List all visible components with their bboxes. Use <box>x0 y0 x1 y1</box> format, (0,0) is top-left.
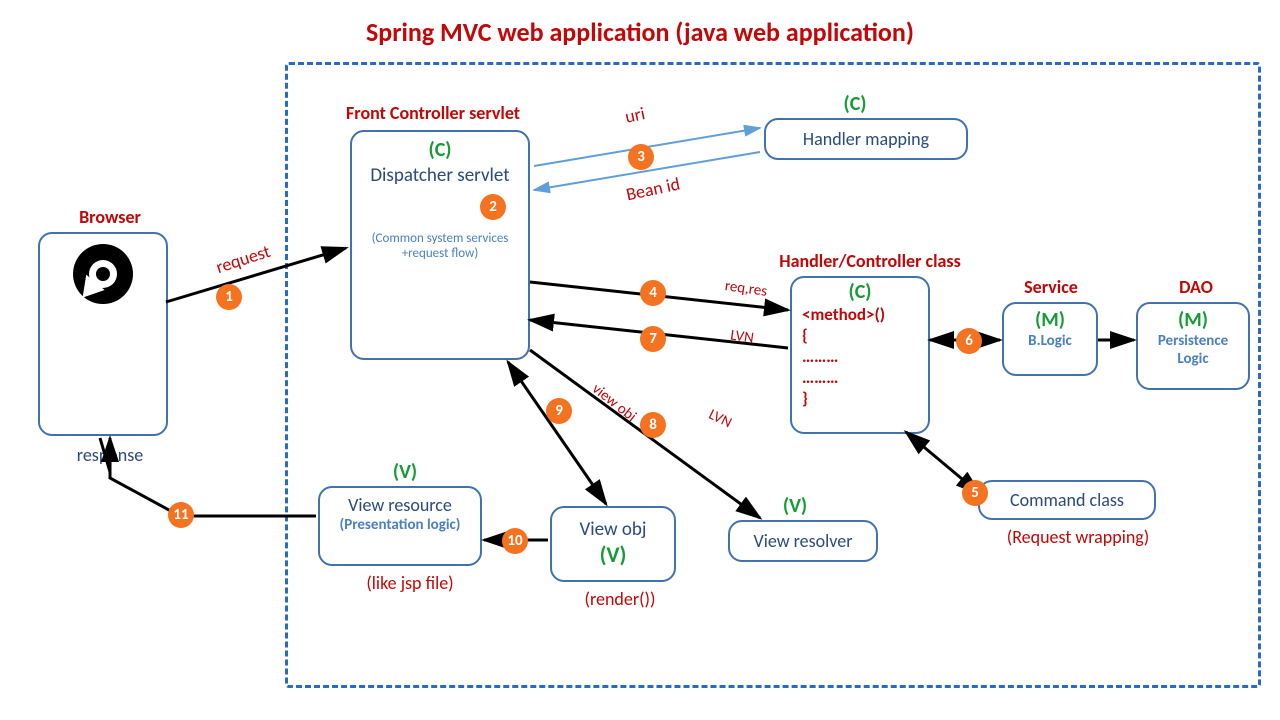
dispatcher-sub: (Common system services +request flow) <box>352 231 528 261</box>
step-10: 10 <box>502 528 528 554</box>
step-6: 6 <box>956 328 982 354</box>
service-sub: B.Logic <box>1004 332 1096 350</box>
handler-controller-mvc: (C) <box>792 280 928 304</box>
view-obj-mvc: (V) <box>552 541 674 568</box>
step-8: 8 <box>640 412 666 438</box>
step-4: 4 <box>640 280 666 306</box>
step-5: 5 <box>962 480 988 506</box>
handler-mapping-box: Handler mapping <box>764 118 968 160</box>
handler-controller-label: Handler/Controller class <box>750 250 990 272</box>
step-7: 7 <box>640 326 666 352</box>
view-resource-note: (like jsp file) <box>340 572 480 594</box>
dao-label: DAO <box>1156 276 1236 298</box>
command-class-name: Command class <box>1010 489 1124 511</box>
view-resource-mvc: (V) <box>380 460 430 484</box>
step-3: 3 <box>628 144 654 170</box>
view-obj-box: View obj (V) <box>550 506 676 582</box>
view-resolver-name: View resolver <box>754 530 853 552</box>
browser-label: Browser <box>50 206 170 228</box>
dispatcher-servlet-box: (C) Dispatcher servlet (Common system se… <box>350 130 530 360</box>
dao-sub: Persistence Logic <box>1138 332 1248 368</box>
dispatcher-mvc-tag: (C) <box>352 138 528 162</box>
step-2: 2 <box>480 194 506 220</box>
step-1: 1 <box>216 284 242 310</box>
service-mvc: (M) <box>1004 308 1096 332</box>
arrow-request-label: request <box>197 235 289 284</box>
browser-response-label: response <box>60 444 160 466</box>
hc-code-4: ……… <box>792 367 928 388</box>
dao-box: (M) Persistence Logic <box>1136 302 1250 390</box>
command-class-box: Command class <box>978 480 1156 520</box>
hc-code-2: { <box>792 325 928 346</box>
dispatcher-name: Dispatcher servlet <box>352 164 528 187</box>
hc-code-3: ……… <box>792 346 928 367</box>
hc-code-5: } <box>792 388 928 409</box>
view-resolver-mvc: (V) <box>770 494 820 518</box>
handler-mapping-name: Handler mapping <box>803 128 929 150</box>
view-obj-sub: (render()) <box>560 588 680 610</box>
step-9: 9 <box>546 398 572 424</box>
diagram-title: Spring MVC web application (java web app… <box>0 16 1280 48</box>
handler-controller-box: (C) <method>() { ……… ……… } <box>790 276 930 434</box>
step-11: 11 <box>168 502 194 528</box>
view-obj-name: View obj <box>552 518 674 541</box>
view-resolver-box: View resolver <box>728 520 878 562</box>
view-resource-name: View resource <box>320 494 480 516</box>
command-class-sub: (Request wrapping) <box>978 526 1178 548</box>
chrome-icon <box>73 244 133 304</box>
service-label: Service <box>1006 276 1096 298</box>
hc-code-1: <method>() <box>792 304 928 325</box>
browser-box <box>38 232 168 436</box>
dao-mvc: (M) <box>1138 308 1248 332</box>
view-resource-sub: (Presentation logic) <box>320 516 480 534</box>
front-controller-label: Front Controller servlet <box>318 102 548 124</box>
service-box: (M) B.Logic <box>1002 302 1098 376</box>
view-resource-box: View resource (Presentation logic) <box>318 486 482 566</box>
handler-mapping-mvc: (C) <box>830 92 880 116</box>
